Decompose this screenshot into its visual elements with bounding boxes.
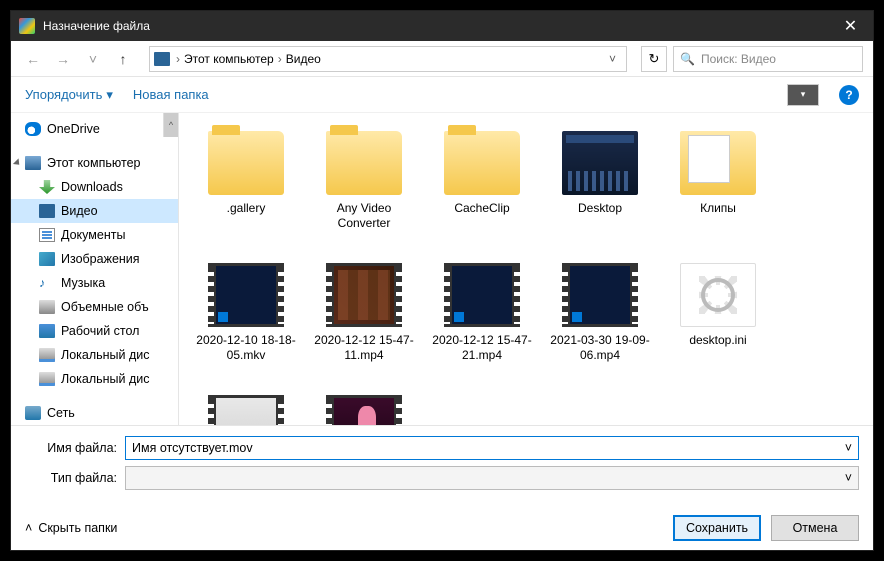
file-item[interactable]: 2020-12-12 15-47-11.mp4 <box>307 257 421 385</box>
disk-icon <box>39 348 55 362</box>
file-item[interactable]: Any Video Converter <box>307 125 421 253</box>
sidebar-item-local1[interactable]: Локальный дис <box>11 343 178 367</box>
sidebar-item-downloads[interactable]: Downloads <box>11 175 178 199</box>
close-button[interactable]: ✕ <box>828 11 873 41</box>
cancel-button[interactable]: Отмена <box>771 515 859 541</box>
file-item[interactable]: desktop.ini <box>661 257 775 385</box>
file-item[interactable]: МЧТ.mp4 <box>307 389 421 425</box>
search-placeholder: Поиск: Видео <box>701 52 776 66</box>
sidebar-item-docs[interactable]: Документы <box>11 223 178 247</box>
folder-icon <box>208 131 284 195</box>
sidebar-item-network[interactable]: Сеть <box>11 401 178 425</box>
box-icon <box>39 300 55 314</box>
chevron-down-icon: ▾ <box>106 87 113 103</box>
settings-file-icon <box>680 263 756 327</box>
file-item[interactable]: Клипы <box>661 125 775 253</box>
hide-folders-toggle[interactable]: ˄Скрыть папки <box>25 521 117 535</box>
new-folder-button[interactable]: Новая папка <box>133 87 209 102</box>
sidebar-item-onedrive[interactable]: OneDrive <box>11 117 178 141</box>
breadcrumb-root[interactable]: Этот компьютер <box>184 52 274 66</box>
sidebar-item-3d[interactable]: Объемные объ <box>11 295 178 319</box>
sidebar-item-pc[interactable]: Этот компьютер <box>11 151 178 175</box>
file-item[interactable]: 2020-12-12 15-47-21.mp4 <box>425 257 539 385</box>
folder-icon <box>444 131 520 195</box>
folder-icon <box>326 131 402 195</box>
search-icon: 🔍 <box>680 52 695 66</box>
footer: ˄Скрыть папки Сохранить Отмена <box>11 506 873 550</box>
sidebar-item-desktop[interactable]: Рабочий стол <box>11 319 178 343</box>
navbar: ← → ˅ ↑ › Этот компьютер › Видео ˅ ↻ 🔍 П… <box>11 41 873 77</box>
filename-label: Имя файла: <box>25 441 117 455</box>
network-icon <box>25 406 41 420</box>
image-icon <box>39 252 55 266</box>
organize-menu[interactable]: Упорядочить ▾ <box>25 87 113 103</box>
refresh-button[interactable]: ↻ <box>641 46 667 72</box>
docs-icon <box>39 228 55 242</box>
video-thumb-icon <box>208 395 284 425</box>
filetype-select[interactable]: ˅ <box>125 466 859 490</box>
search-input[interactable]: 🔍 Поиск: Видео <box>673 46 863 72</box>
chevron-up-icon: ˄ <box>25 521 32 535</box>
chevron-right-icon: › <box>174 52 182 66</box>
sidebar-item-local2[interactable]: Локальный дис <box>11 367 178 391</box>
video-thumb-icon <box>208 263 284 327</box>
toolbar: Упорядочить ▾ Новая папка ▾ ? <box>11 77 873 113</box>
desktop-icon <box>39 324 55 338</box>
scrollbar-up[interactable]: ^ <box>163 113 178 137</box>
save-dialog: Назначение файла ✕ ← → ˅ ↑ › Этот компью… <box>10 10 874 551</box>
gear-icon <box>701 278 735 312</box>
download-icon <box>39 180 55 194</box>
forward-button[interactable]: → <box>51 47 75 71</box>
file-item[interactable]: Имя отутствует.mov <box>189 389 303 425</box>
filename-panel: Имя файла: Имя отсутствует.mov˅ Тип файл… <box>11 425 873 506</box>
recent-dropdown[interactable]: ˅ <box>81 47 105 71</box>
folder-preview-icon <box>680 131 756 195</box>
breadcrumb-dropdown[interactable]: ˅ <box>603 52 622 66</box>
file-grid: .gallery Any Video Converter CacheClip D… <box>179 113 873 425</box>
back-button[interactable]: ← <box>21 47 45 71</box>
help-button[interactable]: ? <box>839 85 859 105</box>
chevron-down-icon[interactable]: ˅ <box>845 441 852 455</box>
chevron-right-icon: › <box>276 52 284 66</box>
view-options[interactable]: ▾ <box>787 84 819 106</box>
file-item[interactable]: Desktop <box>543 125 657 253</box>
filetype-label: Тип файла: <box>25 471 117 485</box>
up-button[interactable]: ↑ <box>111 47 135 71</box>
sidebar-item-images[interactable]: Изображения <box>11 247 178 271</box>
video-thumb-icon <box>444 263 520 327</box>
video-icon <box>39 204 55 218</box>
video-thumb-icon <box>562 263 638 327</box>
filename-input[interactable]: Имя отсутствует.mov˅ <box>125 436 859 460</box>
breadcrumb-folder[interactable]: Видео <box>286 52 321 66</box>
app-icon <box>19 18 35 34</box>
folder-preview-icon <box>562 131 638 195</box>
file-item[interactable]: .gallery <box>189 125 303 253</box>
chevron-down-icon[interactable]: ˅ <box>845 471 852 485</box>
sidebar-item-music[interactable]: ♪Музыка <box>11 271 178 295</box>
file-item[interactable]: 2021-03-30 19-09-06.mp4 <box>543 257 657 385</box>
breadcrumb[interactable]: › Этот компьютер › Видео ˅ <box>149 46 627 72</box>
sidebar: ^ OneDrive Этот компьютер Downloads Виде… <box>11 113 179 425</box>
video-folder-icon <box>154 52 170 66</box>
video-thumb-icon <box>326 263 402 327</box>
sidebar-item-video[interactable]: Видео <box>11 199 178 223</box>
music-icon: ♪ <box>39 276 55 290</box>
save-button[interactable]: Сохранить <box>673 515 761 541</box>
file-item[interactable]: 2020-12-10 18-18-05.mkv <box>189 257 303 385</box>
window-title: Назначение файла <box>43 19 150 33</box>
video-thumb-icon <box>326 395 402 425</box>
cloud-icon <box>25 122 41 136</box>
file-item[interactable]: CacheClip <box>425 125 539 253</box>
pc-icon <box>25 156 41 170</box>
titlebar: Назначение файла ✕ <box>11 11 873 41</box>
disk-icon <box>39 372 55 386</box>
